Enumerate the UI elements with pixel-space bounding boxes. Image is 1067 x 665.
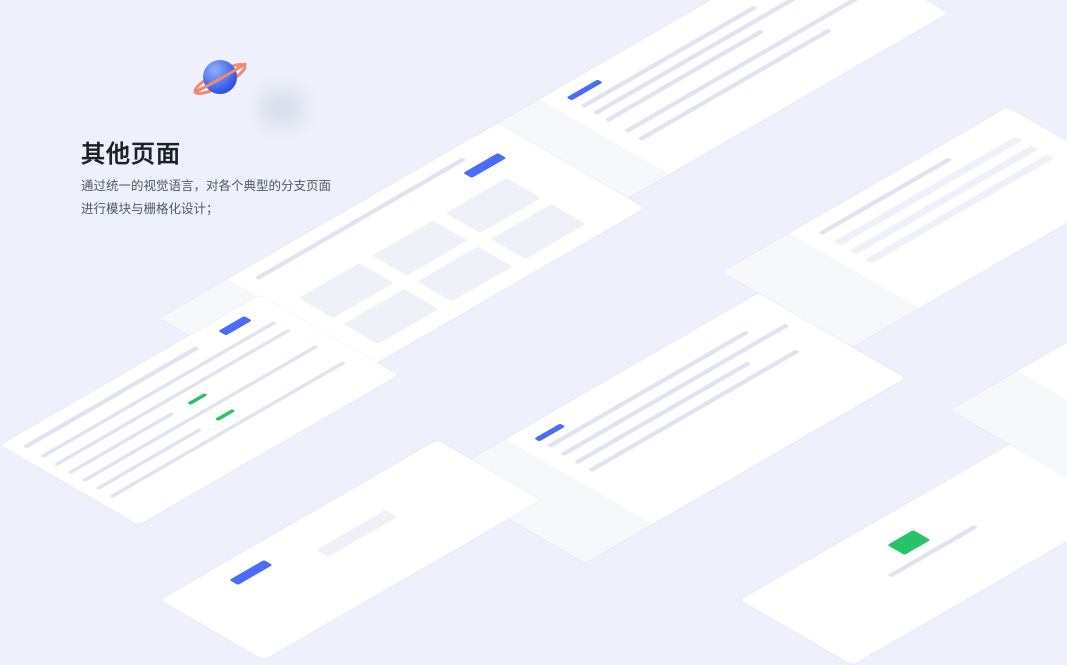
description-line-2: 进行模块与栅格化设计； <box>81 202 219 216</box>
decorative-blur <box>262 90 302 126</box>
page-description: 通过统一的视觉语言，对各个典型的分支页面 进行模块与栅格化设计； <box>81 175 331 221</box>
planet-icon <box>193 60 247 96</box>
description-line-1: 通过统一的视觉语言，对各个典型的分支页面 <box>81 179 332 193</box>
screen-mockup-success <box>740 440 1067 665</box>
page-title: 其他页面 <box>81 141 181 168</box>
